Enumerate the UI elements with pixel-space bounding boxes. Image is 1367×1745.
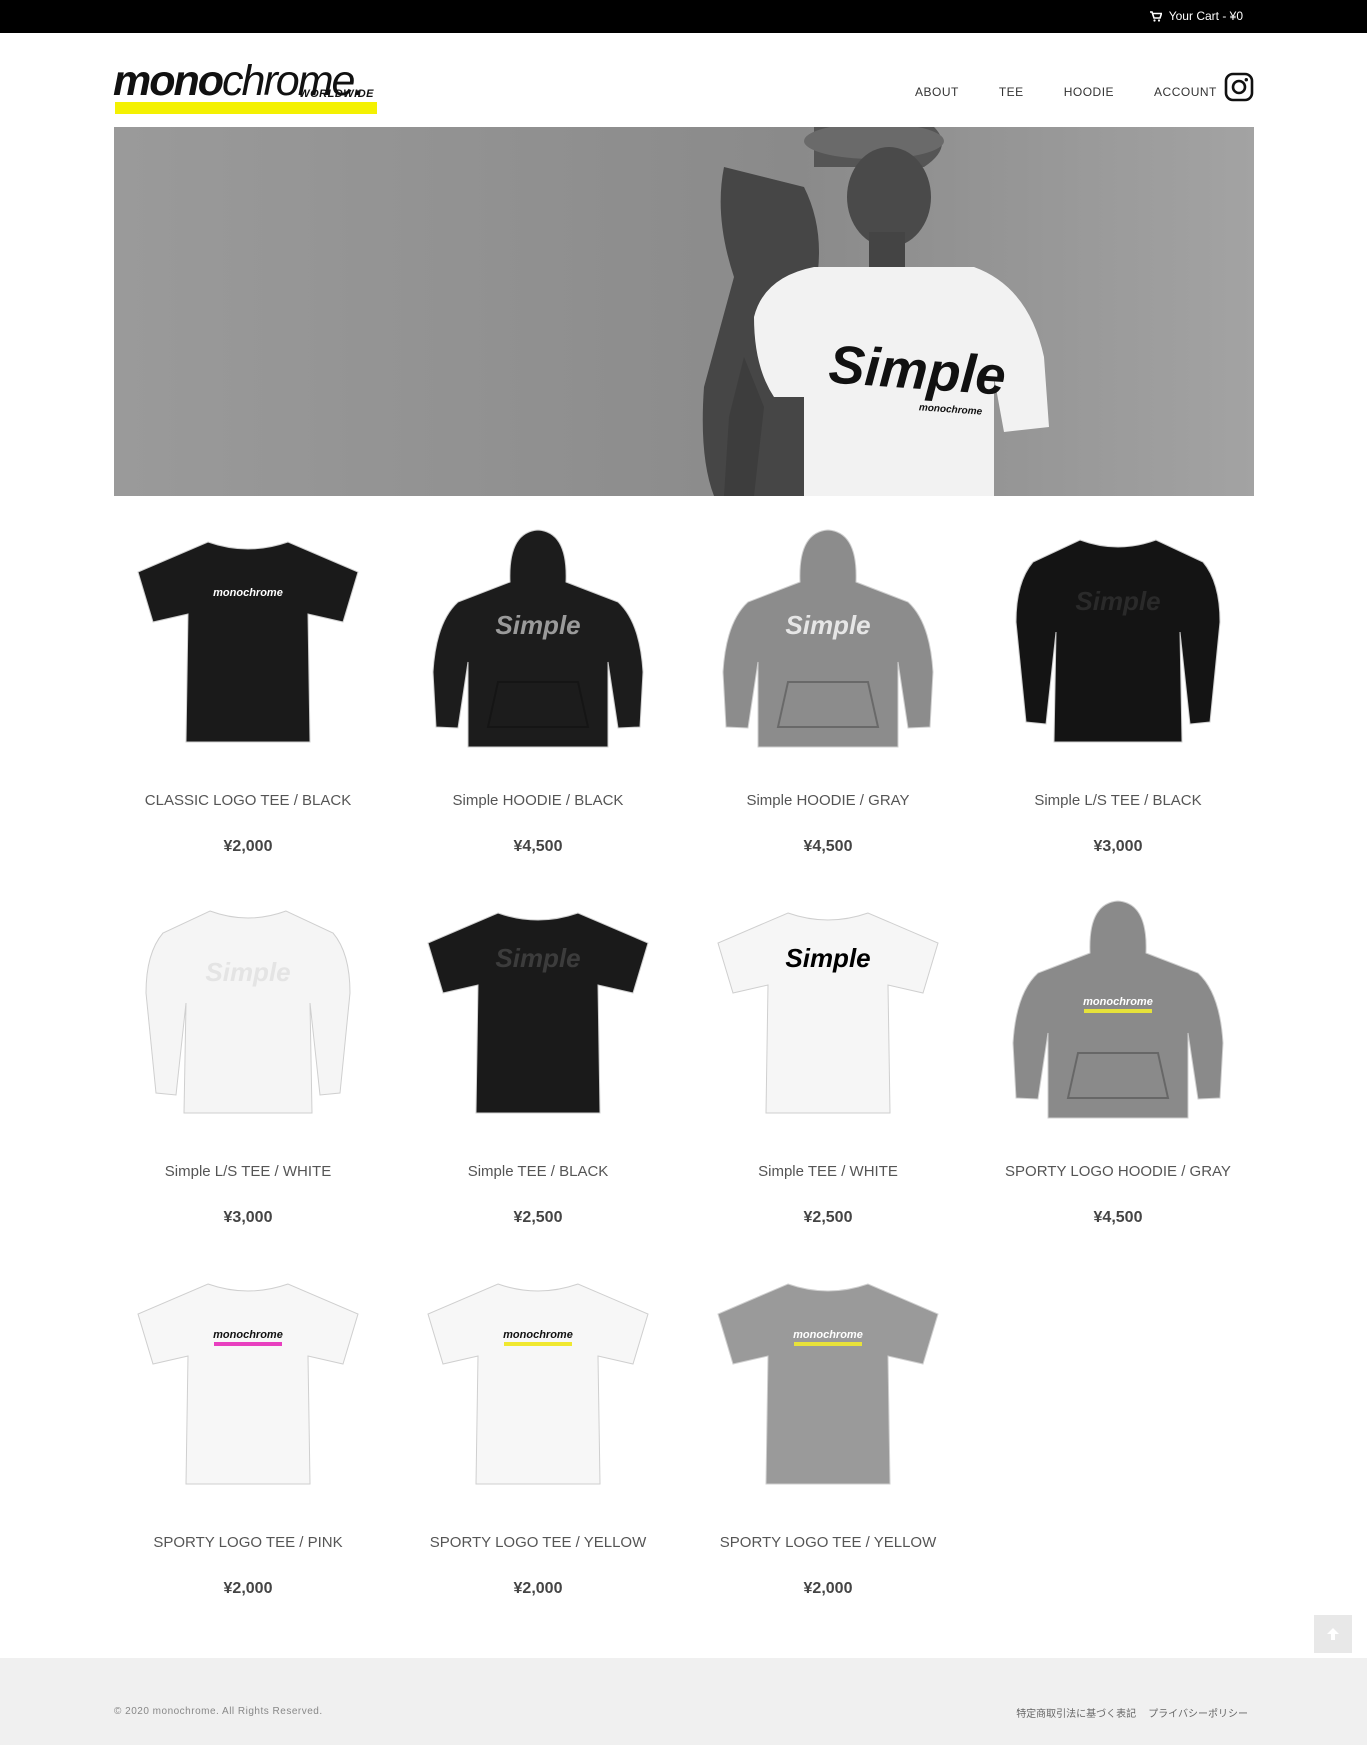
product-name[interactable]: SPORTY LOGO HOODIE / GRAY	[984, 1163, 1252, 1180]
tee-image: monochrome	[427, 1283, 649, 1485]
hero-shirt-print: Simple	[827, 335, 1008, 407]
product-image[interactable]: monochrome	[128, 1264, 368, 1504]
product-price: ¥4,500	[803, 838, 853, 855]
product-name[interactable]: Simple TEE / WHITE	[694, 1163, 962, 1180]
product-price: ¥2,000	[223, 838, 273, 855]
longsleeve-image: Simple	[145, 910, 351, 1114]
garment-print: monochrome	[1083, 996, 1153, 1008]
scroll-to-top-button[interactable]	[1314, 1615, 1352, 1653]
nav-tee[interactable]: TEE	[999, 85, 1024, 99]
main-nav: ABOUT TEE HOODIE ACCOUNT	[915, 85, 1257, 99]
product-card[interactable]: Simple Simple TEE / WHITE ¥2,500	[694, 893, 962, 1226]
logo-stripe	[1084, 1009, 1152, 1013]
garment-shape	[717, 1283, 939, 1485]
hoodie-image: Simple	[432, 529, 644, 748]
arrow-up-icon	[1327, 1628, 1339, 1640]
copyright: © 2020 monochrome. All Rights Reserved.	[114, 1706, 323, 1717]
product-card[interactable]: monochrome SPORTY LOGO TEE / YELLOW ¥2,000	[694, 1264, 962, 1597]
product-name[interactable]: Simple L/S TEE / BLACK	[984, 792, 1252, 809]
tee-image: monochrome	[137, 1283, 359, 1485]
garment-print: monochrome	[213, 587, 283, 599]
garment-print: monochrome	[793, 1329, 863, 1341]
garment-print: Simple	[1075, 586, 1160, 616]
product-name[interactable]: SPORTY LOGO TEE / PINK	[114, 1534, 382, 1551]
garment-shape	[427, 1283, 649, 1485]
brand-logo[interactable]: monochrome. WORLDWIDE	[113, 58, 377, 118]
longsleeve-image: Simple	[1015, 539, 1221, 743]
hoodie-image: monochrome	[1012, 900, 1224, 1119]
product-card[interactable]: Simple Simple TEE / BLACK ¥2,500	[404, 893, 672, 1226]
tee-image: Simple	[427, 912, 649, 1114]
product-name[interactable]: Simple L/S TEE / WHITE	[114, 1163, 382, 1180]
product-image[interactable]: monochrome	[128, 522, 368, 762]
cart-label: Your Cart - ¥0	[1168, 9, 1243, 23]
product-image[interactable]: Simple	[708, 893, 948, 1133]
cart-link[interactable]: Your Cart - ¥0	[1149, 9, 1243, 23]
cart-icon	[1149, 10, 1162, 22]
product-image[interactable]: Simple	[418, 893, 658, 1133]
nav-account[interactable]: ACCOUNT	[1154, 85, 1217, 99]
product-price: ¥2,000	[803, 1580, 853, 1597]
product-name[interactable]: SPORTY LOGO TEE / YELLOW	[404, 1534, 672, 1551]
nav-about[interactable]: ABOUT	[915, 85, 959, 99]
product-card[interactable]: Simple Simple HOODIE / GRAY ¥4,500	[694, 522, 962, 855]
product-image[interactable]: Simple	[998, 522, 1238, 762]
product-image[interactable]: Simple	[418, 522, 658, 762]
product-price: ¥4,500	[1093, 1209, 1143, 1226]
hero-banner: Simple monochrome	[114, 127, 1254, 496]
nav-hoodie[interactable]: HOODIE	[1064, 85, 1114, 99]
product-price: ¥2,000	[223, 1580, 273, 1597]
garment-shape	[1015, 539, 1221, 743]
product-name[interactable]: CLASSIC LOGO TEE / BLACK	[114, 792, 382, 809]
footer-link-privacy[interactable]: プライバシーポリシー	[1148, 1705, 1248, 1720]
product-image[interactable]: monochrome	[708, 1264, 948, 1504]
footer: © 2020 monochrome. All Rights Reserved. …	[0, 1658, 1367, 1745]
garment-print: Simple	[785, 610, 870, 640]
garment-print: Simple	[785, 943, 870, 973]
product-name[interactable]: Simple TEE / BLACK	[404, 1163, 672, 1180]
garment-print: Simple	[495, 610, 580, 640]
garment-print: monochrome	[213, 1329, 283, 1341]
logo-stripe	[504, 1342, 572, 1346]
instagram-icon[interactable]	[1224, 72, 1254, 102]
footer-link-commerce-law[interactable]: 特定商取引法に基づく表記	[1016, 1705, 1136, 1720]
product-card[interactable]: monochrome CLASSIC LOGO TEE / BLACK ¥2,000	[114, 522, 382, 855]
product-card[interactable]: Simple Simple HOODIE / BLACK ¥4,500	[404, 522, 672, 855]
product-card[interactable]: monochrome SPORTY LOGO HOODIE / GRAY ¥4,50…	[984, 893, 1252, 1226]
garment-print: Simple	[495, 943, 580, 973]
product-card[interactable]: Simple Simple L/S TEE / WHITE ¥3,000	[114, 893, 382, 1226]
product-image[interactable]: monochrome	[998, 893, 1238, 1133]
product-card[interactable]: monochrome SPORTY LOGO TEE / PINK ¥2,000	[114, 1264, 382, 1597]
product-card[interactable]: monochrome SPORTY LOGO TEE / YELLOW ¥2,000	[404, 1264, 672, 1597]
tee-image: Simple	[717, 912, 939, 1114]
product-name[interactable]: SPORTY LOGO TEE / YELLOW	[694, 1534, 962, 1551]
product-image[interactable]: Simple	[708, 522, 948, 762]
product-price: ¥3,000	[223, 1209, 273, 1226]
garment-print: monochrome	[503, 1329, 573, 1341]
logo-tagline: WORLDWIDE	[299, 88, 374, 100]
product-image[interactable]: monochrome	[418, 1264, 658, 1504]
tee-image: monochrome	[717, 1283, 939, 1485]
product-price: ¥2,000	[513, 1580, 563, 1597]
tee-image: monochrome	[137, 541, 359, 743]
top-bar: Your Cart - ¥0	[0, 0, 1367, 33]
product-price: ¥4,500	[513, 838, 563, 855]
product-price: ¥2,500	[513, 1209, 563, 1226]
garment-print: Simple	[205, 957, 290, 987]
footer-links: 特定商取引法に基づく表記 プライバシーポリシー	[1016, 1705, 1248, 1720]
product-price: ¥2,500	[803, 1209, 853, 1226]
garment-shape	[137, 541, 359, 743]
garment-shape	[137, 1283, 359, 1485]
logo-stripe	[214, 1342, 282, 1346]
hoodie-image: Simple	[722, 529, 934, 748]
garment-shape	[145, 910, 351, 1114]
product-card[interactable]: Simple Simple L/S TEE / BLACK ¥3,000	[984, 522, 1252, 855]
product-name[interactable]: Simple HOODIE / BLACK	[404, 792, 672, 809]
product-image[interactable]: Simple	[128, 893, 368, 1133]
logo-stripe	[794, 1342, 862, 1346]
product-price: ¥3,000	[1093, 838, 1143, 855]
product-name[interactable]: Simple HOODIE / GRAY	[694, 792, 962, 809]
